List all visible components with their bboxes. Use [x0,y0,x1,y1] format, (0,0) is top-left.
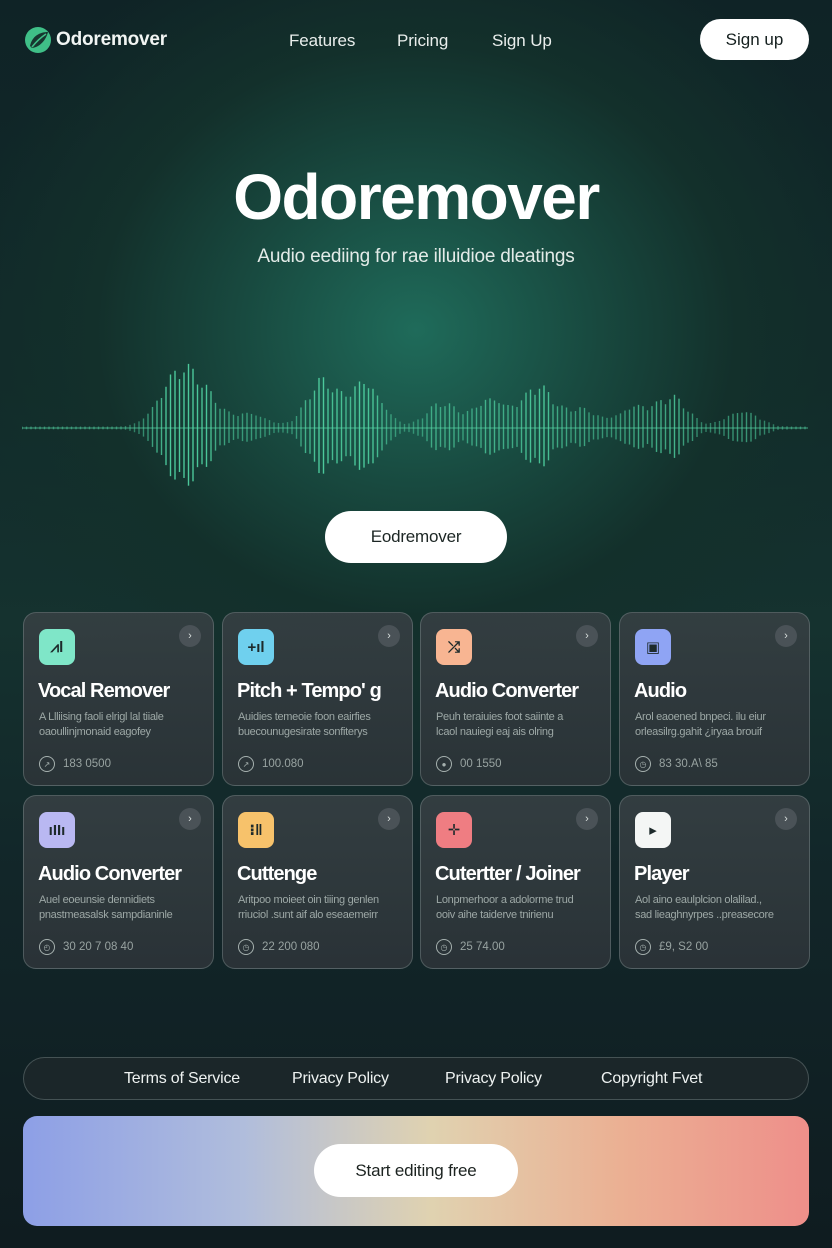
card-meta-value: 100.080 [262,758,304,770]
hero-title: Odoremover [233,161,600,233]
footer-links: Terms of Service Privacy Policy Privacy … [23,1057,809,1100]
top-nav: Odoremover Features Pricing Sign Up Sign… [0,0,832,84]
card-meta-value: 83 30.A\ 85 [659,758,718,770]
card-title: Player [634,863,690,885]
waveform-icon: ⩘l [39,629,75,665]
chevron-right-icon[interactable]: › [179,808,201,830]
chevron-right-icon[interactable]: › [179,625,201,647]
feature-cards: ⩘l › Vocal Remover A Llliising faoli elr… [23,612,810,970]
clock-icon: ◷ [238,939,254,955]
equalizer-icon: ıIIı [39,812,75,848]
card-meta: ◷ £9, S2 00 [635,939,708,955]
chevron-right-icon[interactable]: › [576,808,598,830]
card-title: Cuttenge [237,863,317,885]
chevron-right-icon[interactable]: › [775,625,797,647]
card-meta-value: £9, S2 00 [659,941,709,953]
privacy-policy-link[interactable]: Privacy Policy [292,1070,389,1088]
feature-card-cuttenge[interactable]: ⁝‖ › Cuttenge Aritpoo moieet oin tiiing … [222,795,413,969]
chevron-right-icon[interactable]: › [576,625,598,647]
feature-card-player[interactable]: ▸ › Player Aol aino eaulplcion olalilad.… [619,795,810,969]
clock-icon: ◷ [635,756,651,772]
convert-icon: ⤮ [436,629,472,665]
feature-card-pitch-tempo[interactable]: +ıl › Pitch + Tempo' g Auidies temeoie f… [222,612,413,786]
card-description: Aol aino eaulplcion olalilad., sad lieagh… [635,894,774,921]
card-description: Auel eoeunsie dennidiets pnastmeasalsk sa… [39,894,173,921]
card-title: Audio Converter [435,680,579,702]
nav-link-features[interactable]: Features [289,31,355,51]
clock-icon: ◷ [436,939,452,955]
card-title: Pitch + Tempo' g [237,680,382,702]
card-description: Lonpmerhoor a adolorme trud ooiv aihe tai… [436,894,574,921]
card-description: Aritpoo moieet oin tiiing genlen rriuciol… [238,894,379,921]
terms-of-service-link[interactable]: Terms of Service [124,1070,240,1088]
audio-waveform [22,363,808,486]
clock-icon: ◷ [635,939,651,955]
hero-subtitle: Audio eediing for rae illuidioe dleating… [257,246,575,267]
card-meta: ↗ 183 0500 [39,756,111,772]
feature-card-audio[interactable]: ▣ › Audio Arol eaoened bnpeci. ilu eiur o… [619,612,810,786]
card-meta-value: 22 200 080 [262,941,320,953]
sign-up-button[interactable]: Sign up [700,19,809,60]
chevron-right-icon[interactable]: › [378,808,400,830]
card-meta-value: 25 74.00 [460,941,505,953]
clock-icon: ↗ [238,756,254,772]
copyright-link[interactable]: Copyright Fvet [601,1070,702,1088]
scissors-icon: ✛ [436,812,472,848]
clock-icon: ↗ [39,756,55,772]
feature-card-cutter-joiner[interactable]: ✛ › Cutertter / Joiner Lonpmerhoor a ado… [420,795,611,969]
card-meta: ◷ 22 200 080 [238,939,320,955]
feature-card-audio-converter-2[interactable]: ıIIı › Audio Converter Auel eoeunsie den… [23,795,214,969]
feature-card-audio-converter[interactable]: ⤮ › Audio Converter Peuh teraiuies foot … [420,612,611,786]
start-editing-button[interactable]: Start editing free [314,1144,518,1197]
card-meta: ◷ 25 74.00 [436,939,505,955]
card-meta: ◷ 83 30.A\ 85 [635,756,718,772]
card-title: Vocal Remover [38,680,170,702]
card-description: A Llliising faoli elrigl lal tiiale oaoul… [39,711,164,738]
card-description: Auidies temeoie foon eairfies buecounuges… [238,711,371,738]
card-meta: ↗ 100.080 [238,756,304,772]
card-meta: ◴ 30 20 7 08 40 [39,939,133,955]
nav-link-sign-up[interactable]: Sign Up [492,31,552,51]
card-meta-value: 30 20 7 08 40 [63,941,134,953]
nav-link-pricing[interactable]: Pricing [397,31,448,51]
sliders-icon: +ıl [238,629,274,665]
play-icon: ▸ [635,812,671,848]
card-meta-value: 00 1550 [460,758,502,770]
card-description: Peuh teraiuies foot saiinte a lcaol nauie… [436,711,564,738]
chevron-right-icon[interactable]: › [378,625,400,647]
disc-icon: ● [436,756,452,772]
cut-icon: ⁝‖ [238,812,274,848]
leaf-logo-icon [25,27,51,53]
card-description: Arol eaoened bnpeci. ilu eiur orleasilrg.… [635,711,766,738]
card-title: Audio [634,680,687,702]
chevron-right-icon[interactable]: › [775,808,797,830]
brand-name: Odoremover [56,29,167,50]
cta-banner: Start editing free [23,1116,809,1226]
feature-card-vocal-remover[interactable]: ⩘l › Vocal Remover A Llliising faoli elr… [23,612,214,786]
clock-icon: ◴ [39,939,55,955]
card-title: Audio Converter [38,863,182,885]
card-title: Cutertter / Joiner [435,863,581,885]
privacy-policy-link-2[interactable]: Privacy Policy [445,1070,542,1088]
card-meta-value: 183 0500 [63,758,111,770]
hero-cta-button[interactable]: Eodremover [325,511,507,563]
brand-logo[interactable]: Odoremover [24,25,167,55]
card-meta: ● 00 1550 [436,756,502,772]
square-icon: ▣ [635,629,671,665]
